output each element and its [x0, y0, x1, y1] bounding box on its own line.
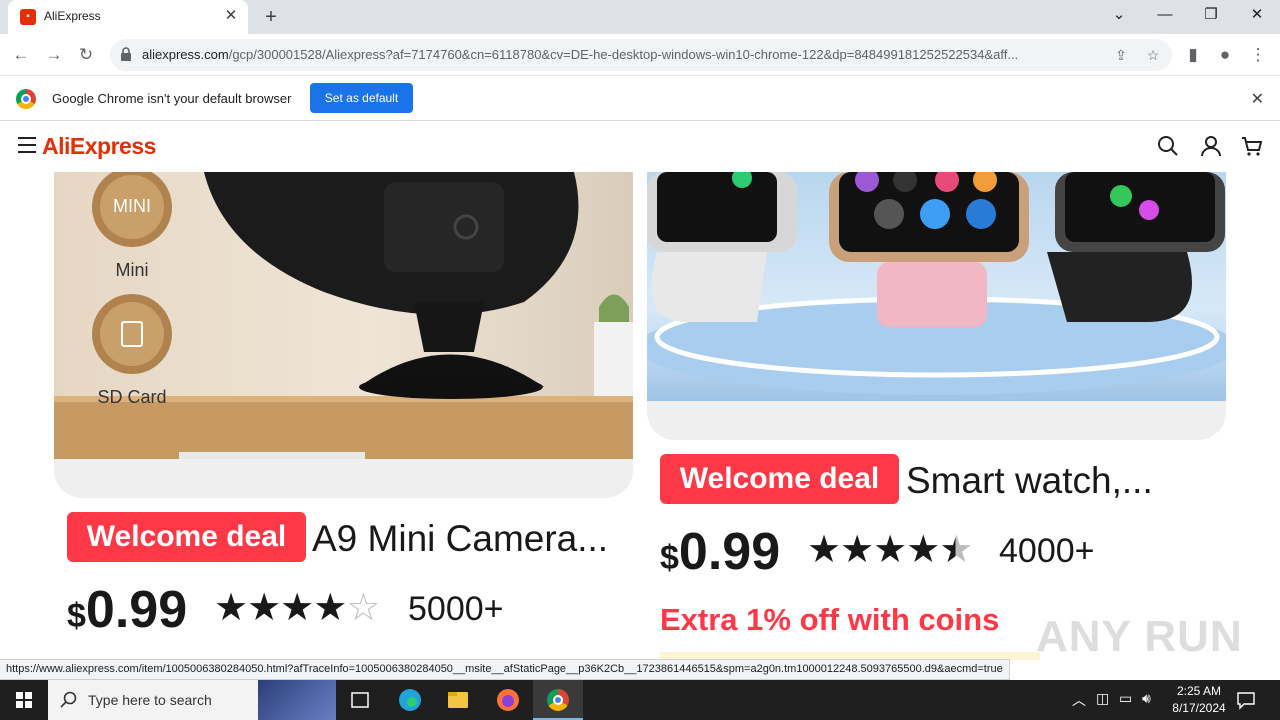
sold-count: 4000+	[999, 532, 1095, 570]
clock-time: 2:25 AM	[1176, 684, 1222, 698]
product-price: $0.99	[67, 580, 187, 640]
volume-icon[interactable]: 🔊︎	[1142, 690, 1151, 707]
mini-label: Mini	[115, 260, 149, 280]
product-card-footer	[647, 401, 1226, 440]
browser-toolbar: ← → ↻ aliexpress.com/gcp/300001528/Aliex…	[0, 34, 1280, 76]
star-full-icon: ★	[873, 529, 907, 571]
product-title[interactable]: A9 Mini Camera...	[312, 518, 608, 560]
sd-card-label: SD Card	[97, 387, 167, 407]
price-value: 0.99	[85, 581, 188, 639]
tab-title: AliExpress	[44, 9, 101, 23]
welcome-deal-badge: Welcome deal	[67, 512, 306, 562]
mini-icon-label: MINI	[113, 196, 151, 216]
search-icon[interactable]	[1156, 134, 1180, 158]
clock-date: 8/17/2024	[1172, 701, 1226, 715]
anyrun-watermark: ANY RUN	[1036, 612, 1243, 661]
star-full-icon: ★	[214, 587, 248, 629]
reload-icon[interactable]: ↻	[71, 40, 101, 70]
star-full-icon: ★	[807, 529, 841, 571]
lock-icon	[121, 47, 131, 61]
restore-button[interactable]: ❐	[1188, 0, 1234, 32]
address-bar[interactable]: aliexpress.com/gcp/300001528/Aliexpress?…	[110, 39, 1172, 71]
welcome-deal-badge: Welcome deal	[660, 454, 899, 504]
windows-taskbar: Type here to search ︿ ◫ ▭ 🔊︎ 2:25 AM 8/1…	[0, 680, 1280, 720]
new-tab-button[interactable]: +	[258, 4, 284, 30]
back-icon[interactable]: ←	[6, 40, 36, 70]
tab-search-icon[interactable]: ⌄	[1096, 0, 1142, 32]
menu-kebab-icon[interactable]: ⋮	[1243, 40, 1273, 70]
profile-icon[interactable]: ●	[1210, 40, 1240, 70]
star-half-icon: ★	[939, 529, 973, 571]
aliexpress-favicon-icon: ▪	[20, 9, 36, 25]
star-full-icon: ★	[906, 529, 940, 571]
product-title[interactable]: Smart watch,...	[906, 460, 1153, 502]
minimize-button[interactable]: —	[1142, 0, 1188, 32]
aliexpress-logo[interactable]: AliExpress	[42, 133, 156, 160]
windows-start-icon[interactable]	[0, 680, 48, 720]
tab-strip: ▪ AliExpress ✕ + ⌄ — ❐ ✕	[0, 0, 1280, 34]
tray-chevron-icon[interactable]: ︿	[1072, 690, 1086, 710]
rating-stars: ★★★★☆	[214, 585, 380, 630]
star-full-icon: ★	[313, 587, 347, 629]
taskbar-search-box[interactable]: Type here to search	[48, 680, 336, 720]
taskbar-clock[interactable]: 2:25 AM 8/17/2024	[1160, 683, 1238, 717]
bookmark-star-icon[interactable]: ☆	[1144, 46, 1162, 64]
star-full-icon: ★	[247, 587, 281, 629]
taskbar-search-placeholder: Type here to search	[88, 692, 212, 708]
task-view-icon[interactable]	[336, 680, 384, 720]
firefox-icon[interactable]	[484, 680, 532, 720]
account-icon[interactable]	[1199, 134, 1223, 158]
product-image-smartwatch[interactable]	[647, 172, 1226, 401]
forward-icon[interactable]: →	[39, 40, 69, 70]
edge-icon[interactable]	[386, 680, 434, 720]
window-close-button[interactable]: ✕	[1234, 0, 1280, 32]
product-price: $0.99	[660, 522, 780, 582]
set-as-default-button[interactable]: Set as default	[310, 83, 413, 113]
product-image-camera[interactable]: MINI Mini SD Card	[54, 172, 633, 459]
infobar-close-icon[interactable]: ✕	[1251, 89, 1264, 109]
product-card-footer	[54, 459, 633, 498]
default-browser-infobar: Google Chrome isn't your default browser…	[0, 77, 1280, 121]
rating-stars: ★★★★★	[807, 527, 973, 572]
browser-tab[interactable]: ▪ AliExpress ✕	[8, 0, 248, 34]
side-panel-icon[interactable]: ▮	[1178, 40, 1208, 70]
search-highlight-image	[258, 680, 336, 720]
chrome-logo-icon	[16, 89, 36, 109]
smartwatch-product-illustration	[647, 172, 1226, 395]
chrome-icon	[547, 689, 569, 711]
extra-coins-discount: Extra 1% off with coins	[660, 602, 1000, 637]
search-icon	[60, 691, 77, 708]
price-value: 0.99	[678, 523, 781, 581]
star-full-icon: ★	[280, 587, 314, 629]
notifications-icon[interactable]	[1236, 690, 1256, 710]
infobar-message: Google Chrome isn't your default browser	[52, 91, 292, 106]
cart-icon[interactable]	[1240, 134, 1264, 158]
share-icon[interactable]: ⇪	[1112, 46, 1130, 64]
price-currency: $	[67, 597, 86, 635]
meet-now-icon[interactable]: ◫	[1096, 690, 1109, 707]
price-currency: $	[660, 539, 679, 577]
tab-close-icon[interactable]: ✕	[222, 7, 240, 25]
star-full-icon: ★	[840, 529, 874, 571]
chrome-taskbar-button[interactable]	[533, 680, 583, 720]
status-bar-url: https://www.aliexpress.com/item/10050063…	[0, 659, 1010, 680]
site-header: AliExpress	[0, 122, 1280, 172]
hamburger-menu-icon[interactable]	[18, 137, 36, 153]
network-icon[interactable]: ▭	[1119, 690, 1132, 707]
file-explorer-icon[interactable]	[434, 680, 482, 720]
url-host: aliexpress.com	[142, 47, 229, 62]
star-empty-icon: ☆	[346, 587, 380, 629]
url-path: /gcp/300001528/Aliexpress?af=7174760&cn=…	[228, 47, 1019, 62]
sold-count: 5000+	[408, 590, 504, 628]
